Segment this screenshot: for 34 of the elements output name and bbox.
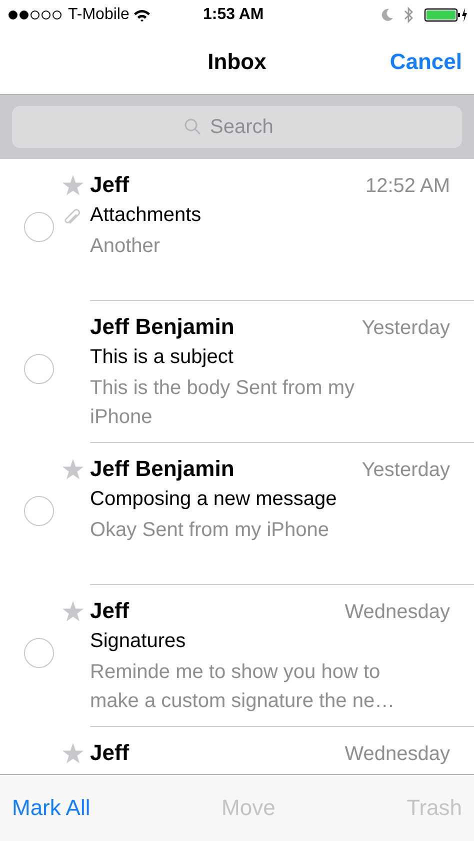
select-circle[interactable] xyxy=(24,212,54,242)
message-date: Wednesday xyxy=(344,601,450,624)
status-time: 1:53 AM xyxy=(203,6,264,24)
message-subject: Signatures xyxy=(90,630,187,653)
nav-title: Inbox xyxy=(208,49,266,75)
message-preview: Okay Sent from my iPhone xyxy=(90,518,330,543)
search-icon xyxy=(184,118,202,136)
message-preview: This is the body Sent from my iPhone xyxy=(90,376,356,430)
bluetooth-icon xyxy=(404,6,414,24)
signal-icon xyxy=(8,10,64,20)
message-subject: This is a subject xyxy=(90,346,234,369)
message-preview: Reminde me to show you how to make a custom signature the ne… xyxy=(90,660,396,714)
message-date: Yesterday xyxy=(362,317,450,340)
select-circle[interactable] xyxy=(24,496,54,526)
cancel-button[interactable]: Cancel xyxy=(390,49,462,75)
message-preview: Another xyxy=(90,234,162,259)
select-circle[interactable] xyxy=(24,638,54,668)
sender-name: Jeff xyxy=(90,740,130,766)
battery-icon xyxy=(424,7,468,23)
message-date: 12:52 AM xyxy=(365,175,450,198)
moon-icon xyxy=(380,8,394,22)
message-date: Wednesday xyxy=(344,743,450,766)
sender-name: Jeff xyxy=(90,598,130,624)
message-date: Yesterday xyxy=(362,459,450,482)
sender-name: Jeff xyxy=(90,172,130,198)
select-circle[interactable] xyxy=(24,354,54,384)
message-subject: Composing a new message xyxy=(90,488,338,511)
sender-name: Jeff Benjamin xyxy=(90,456,234,482)
message-subject: Attachments xyxy=(90,204,202,227)
wifi-icon xyxy=(133,8,152,22)
sender-name: Jeff Benjamin xyxy=(90,314,234,340)
carrier-name: T-Mobile xyxy=(68,6,130,24)
search-field[interactable]: Search xyxy=(210,116,290,138)
toolbar-button[interactable]: Mark All xyxy=(12,795,90,821)
